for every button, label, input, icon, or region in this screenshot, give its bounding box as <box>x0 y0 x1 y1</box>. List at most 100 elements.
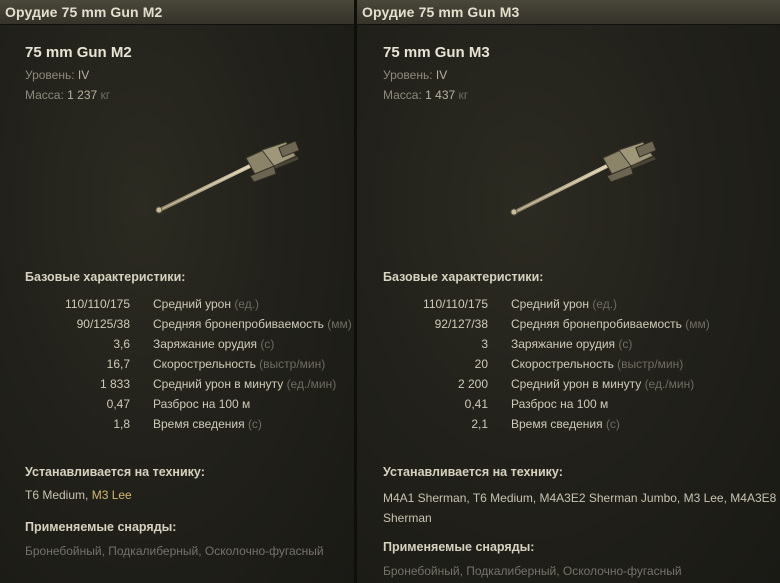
stat-label-text: Средний урон <box>511 297 589 311</box>
stat-label-text: Разброс на 100 м <box>153 397 251 411</box>
stat-unit: (с) <box>605 417 620 431</box>
vehicle-link-highlighted[interactable]: M3 Lee <box>92 488 132 502</box>
stat-row: 110/110/175 Средний урон (ед.) <box>383 297 763 317</box>
stat-label-text: Заряжание орудия <box>153 337 258 351</box>
left-tier-value: IV <box>77 68 90 82</box>
stat-label: Заряжание орудия (с) <box>153 337 274 351</box>
vehicle-list-line[interactable]: Sherman <box>383 508 776 528</box>
stat-label: Разброс на 100 м <box>511 397 608 411</box>
right-mass-unit: кг <box>458 88 469 102</box>
stat-value: 20 <box>474 357 488 371</box>
stat-unit: (мм) <box>327 317 352 331</box>
stat-value: 92/127/38 <box>434 317 488 331</box>
right-shells-list: Бронебойный, Подкалиберный, Осколочно-фу… <box>383 564 682 578</box>
stat-value: 3 <box>481 337 488 351</box>
stat-unit: (выстр/мин) <box>617 357 684 371</box>
right-panel-title: Орудие 75 mm Gun M3 <box>357 0 780 25</box>
stat-label-text: Средний урон <box>153 297 231 311</box>
stat-unit: (выстр/мин) <box>259 357 326 371</box>
stat-row: 90/125/38 Средняя бронепробиваемость (мм) <box>25 317 354 337</box>
left-base-header: Базовые характеристики: <box>25 270 186 284</box>
stat-label: Средний урон (ед.) <box>153 297 259 311</box>
right-gun-name: 75 mm Gun M3 <box>383 44 490 61</box>
stat-row: 1 833 Средний урон в минуту (ед./мин) <box>25 377 354 397</box>
left-tier-label: Уровень: <box>25 68 75 82</box>
stat-label-text: Средний урон в минуту <box>511 377 642 391</box>
stat-unit: (ед.) <box>234 297 260 311</box>
stat-label: Средний урон в минуту (ед./мин) <box>511 377 694 391</box>
stat-row: 110/110/175 Средний урон (ед.) <box>25 297 354 317</box>
stat-row: 2,1 Время сведения (с) <box>383 417 763 437</box>
stat-value: 2,1 <box>471 417 488 431</box>
stat-label: Скорострельность (выстр/мин) <box>153 357 325 371</box>
stat-value: 2 200 <box>457 377 488 391</box>
stat-value: 1,8 <box>113 417 130 431</box>
comparison-window: Орудие 75 mm Gun M2 75 mm Gun M2 Уровень… <box>0 0 780 583</box>
stat-value: 3,6 <box>113 337 130 351</box>
stat-value: 16,7 <box>106 357 130 371</box>
stat-value: 90/125/38 <box>76 317 130 331</box>
stat-value: 110/110/175 <box>423 297 488 311</box>
stat-row: 0,47 Разброс на 100 м <box>25 397 354 417</box>
stat-row: 3,6 Заряжание орудия (с) <box>25 337 354 357</box>
stat-label-text: Разброс на 100 м <box>511 397 609 411</box>
left-mass-unit: кг <box>100 88 111 102</box>
left-installed-header: Устанавливается на технику: <box>25 465 205 479</box>
stat-row: 2 200 Средний урон в минуту (ед./мин) <box>383 377 763 397</box>
stat-label: Скорострельность (выстр/мин) <box>511 357 683 371</box>
right-base-header: Базовые характеристики: <box>383 270 544 284</box>
stat-unit: (мм) <box>685 317 710 331</box>
left-mass-label: Масса: <box>25 88 64 102</box>
left-vehicle-list: T6 Medium, M3 Lee <box>25 485 132 505</box>
stat-label: Время сведения (с) <box>153 417 262 431</box>
stat-row: 92/127/38 Средняя бронепробиваемость (мм) <box>383 317 763 337</box>
stat-label-text: Скорострельность <box>153 357 256 371</box>
separator: , <box>85 488 92 502</box>
stat-label-text: Заряжание орудия <box>511 337 616 351</box>
left-gun-panel: Орудие 75 mm Gun M2 75 mm Gun M2 Уровень… <box>0 0 354 583</box>
left-shells-header: Применяемые снаряды: <box>25 520 177 534</box>
stat-value: 0,47 <box>106 397 130 411</box>
vehicle-list-line[interactable]: M4A1 Sherman, T6 Medium, M4A3E2 Sherman … <box>383 488 776 508</box>
stat-label: Средняя бронепробиваемость (мм) <box>511 317 710 331</box>
stat-value: 0,41 <box>464 397 488 411</box>
right-shells-header: Применяемые снаряды: <box>383 540 535 554</box>
stat-label: Средний урон (ед.) <box>511 297 617 311</box>
stat-row: 16,7 Скорострельность (выстр/мин) <box>25 357 354 377</box>
stat-value: 1 833 <box>99 377 130 391</box>
left-mass-value: 1 237 <box>67 88 98 102</box>
stat-label-text: Время сведения <box>511 417 603 431</box>
left-panel-title: Орудие 75 mm Gun M2 <box>0 0 354 25</box>
right-installed-header: Устанавливается на технику: <box>383 465 563 479</box>
stat-unit: (ед.) <box>592 297 618 311</box>
stat-label: Средняя бронепробиваемость (мм) <box>153 317 352 331</box>
gun-m3-icon <box>510 140 657 216</box>
stat-label-text: Скорострельность <box>511 357 614 371</box>
right-tier: Уровень: IV <box>383 68 447 82</box>
stat-label-text: Время сведения <box>153 417 245 431</box>
stat-unit: (с) <box>618 337 633 351</box>
stat-row: 1,8 Время сведения (с) <box>25 417 354 437</box>
stat-unit: (ед./мин) <box>286 377 337 391</box>
stat-value: 110/110/175 <box>65 297 130 311</box>
stat-row: 20 Скорострельность (выстр/мин) <box>383 357 763 377</box>
right-vehicle-list: M4A1 Sherman, T6 Medium, M4A3E2 Sherman … <box>383 488 776 528</box>
stat-label-text: Средняя бронепробиваемость <box>153 317 324 331</box>
left-mass: Масса: 1 237 кг <box>25 88 110 102</box>
stat-unit: (с) <box>247 417 262 431</box>
stat-label-text: Средняя бронепробиваемость <box>511 317 682 331</box>
right-mass: Масса: 1 437 кг <box>383 88 468 102</box>
right-mass-value: 1 437 <box>425 88 456 102</box>
left-shells-list: Бронебойный, Подкалиберный, Осколочно-фу… <box>25 544 324 558</box>
left-gun-name: 75 mm Gun M2 <box>25 44 132 61</box>
stat-unit: (ед./мин) <box>644 377 695 391</box>
stat-label: Время сведения (с) <box>511 417 620 431</box>
stat-label: Разброс на 100 м <box>153 397 250 411</box>
gun-m2-icon <box>155 140 300 214</box>
stat-label: Заряжание орудия (с) <box>511 337 632 351</box>
stat-row: 0,41 Разброс на 100 м <box>383 397 763 417</box>
right-mass-label: Масса: <box>383 88 422 102</box>
stat-row: 3 Заряжание орудия (с) <box>383 337 763 357</box>
stat-label: Средний урон в минуту (ед./мин) <box>153 377 336 391</box>
vehicle-link[interactable]: T6 Medium <box>25 488 85 502</box>
